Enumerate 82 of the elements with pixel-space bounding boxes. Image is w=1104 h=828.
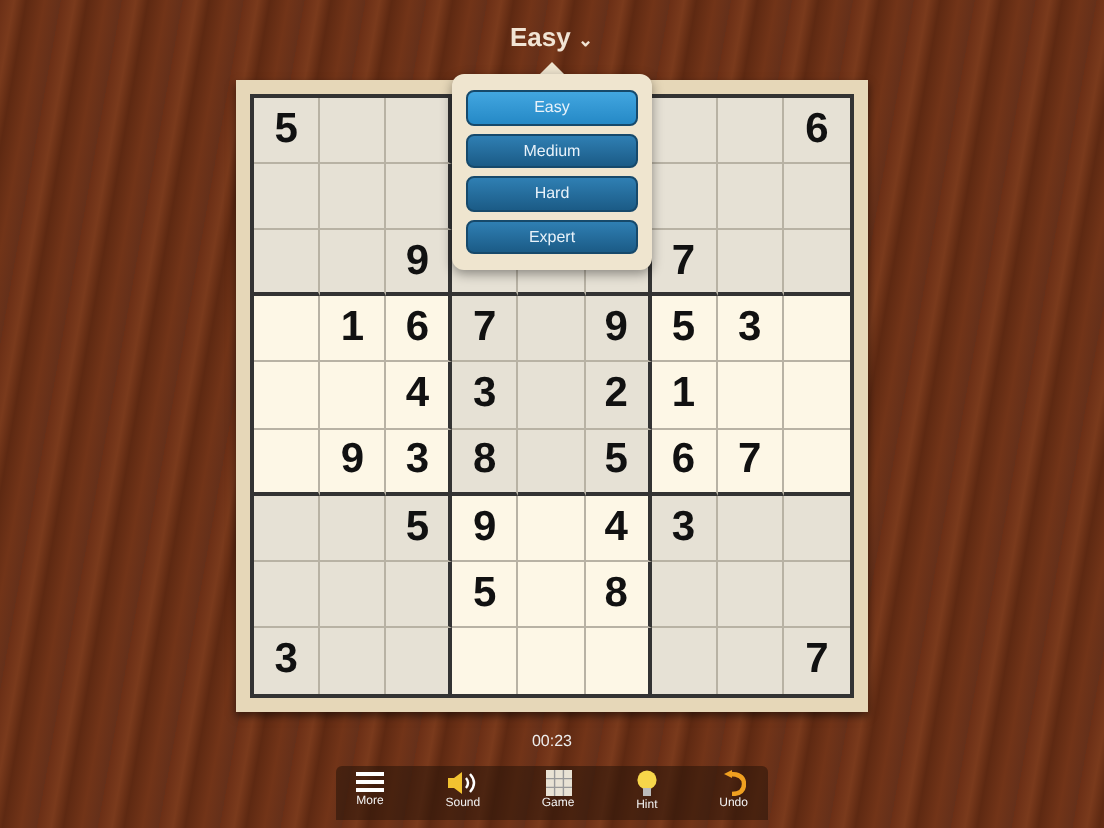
grid-cell[interactable] <box>320 627 387 694</box>
grid-cell[interactable] <box>651 561 718 628</box>
grid-cell[interactable]: 5 <box>386 495 453 562</box>
grid-cell[interactable]: 1 <box>320 296 387 363</box>
grid-cell[interactable] <box>783 362 850 430</box>
grid-cell[interactable] <box>783 429 850 496</box>
grid-cell[interactable] <box>585 627 652 694</box>
grid-icon <box>545 770 571 796</box>
grid-cell[interactable] <box>783 164 850 231</box>
difficulty-option[interactable]: Medium <box>466 133 638 168</box>
undo-icon <box>721 770 746 796</box>
grid-cell[interactable]: 6 <box>651 429 718 496</box>
grid-cell[interactable]: 5 <box>651 296 718 363</box>
grid-cell[interactable]: 2 <box>585 362 652 430</box>
grid-cell[interactable] <box>717 164 784 231</box>
grid-cell[interactable]: 5 <box>254 98 321 165</box>
grid-cell[interactable] <box>518 627 586 694</box>
grid-cell[interactable]: 3 <box>717 296 784 363</box>
grid-cell[interactable] <box>783 296 850 363</box>
grid-cell[interactable]: 3 <box>254 627 321 694</box>
grid-cell[interactable] <box>717 561 784 628</box>
grid-cell[interactable] <box>320 362 387 430</box>
grid-cell[interactable] <box>651 98 718 165</box>
grid-cell[interactable]: 3 <box>452 362 519 430</box>
grid-cell[interactable] <box>320 230 387 297</box>
grid-cell[interactable] <box>717 98 784 165</box>
grid-cell[interactable]: 7 <box>783 627 850 694</box>
grid-cell[interactable] <box>518 495 586 562</box>
difficulty-option[interactable]: Expert <box>466 219 638 254</box>
grid-cell[interactable]: 9 <box>386 230 453 297</box>
grid-cell[interactable] <box>386 98 453 165</box>
grid-cell[interactable] <box>320 495 387 562</box>
grid-cell[interactable]: 6 <box>783 98 850 165</box>
grid-cell[interactable] <box>254 495 321 562</box>
grid-cell[interactable] <box>254 164 321 231</box>
grid-cell[interactable] <box>254 429 321 496</box>
grid-cell[interactable] <box>717 230 784 297</box>
grid-cell[interactable]: 8 <box>585 561 652 628</box>
grid-cell[interactable]: 7 <box>651 230 718 297</box>
grid-cell[interactable] <box>651 627 718 694</box>
grid-cell[interactable] <box>518 561 586 628</box>
grid-cell[interactable] <box>254 561 321 628</box>
grid-cell[interactable] <box>386 561 453 628</box>
grid-cell[interactable] <box>717 495 784 562</box>
grid-cell[interactable] <box>518 429 586 496</box>
grid-cell[interactable]: 5 <box>452 561 519 628</box>
grid-cell[interactable]: 3 <box>386 429 453 496</box>
grid-cell[interactable]: 9 <box>320 429 387 496</box>
grid-cell[interactable]: 9 <box>585 296 652 363</box>
grid-cell[interactable] <box>717 362 784 430</box>
grid-cell[interactable]: 1 <box>651 362 718 430</box>
grid-cell[interactable] <box>320 164 387 231</box>
grid-cell[interactable] <box>386 627 453 694</box>
grid-cell[interactable]: 6 <box>386 296 453 363</box>
grid-cell[interactable]: 4 <box>585 495 652 562</box>
grid-cell[interactable] <box>320 98 387 165</box>
grid-cell[interactable] <box>518 362 586 430</box>
grid-cell[interactable]: 5 <box>585 429 652 496</box>
grid-cell[interactable] <box>386 164 453 231</box>
grid-cell[interactable]: 7 <box>717 429 784 496</box>
grid-cell[interactable]: 7 <box>452 296 519 363</box>
difficulty-option[interactable]: Hard <box>466 176 638 211</box>
grid-cell[interactable] <box>717 627 784 694</box>
menu-icon <box>356 770 384 794</box>
grid-cell[interactable] <box>651 164 718 231</box>
lightbulb-icon <box>635 770 658 798</box>
grid-cell[interactable] <box>254 296 321 363</box>
grid-cell[interactable] <box>518 296 586 363</box>
speaker-icon <box>446 770 479 796</box>
grid-cell[interactable] <box>254 230 321 297</box>
grid-cell[interactable] <box>452 627 519 694</box>
grid-cell[interactable] <box>783 561 850 628</box>
grid-cell[interactable] <box>254 362 321 430</box>
grid-cell[interactable]: 8 <box>452 429 519 496</box>
grid-cell[interactable] <box>783 230 850 297</box>
grid-cell[interactable]: 3 <box>651 495 718 562</box>
grid-cell[interactable]: 9 <box>452 495 519 562</box>
grid-cell[interactable]: 4 <box>386 362 453 430</box>
grid-cell[interactable] <box>783 495 850 562</box>
difficulty-selector[interactable]: Easy ⌄ <box>510 22 594 52</box>
grid-cell[interactable] <box>320 561 387 628</box>
timer: 00:23 <box>531 732 573 750</box>
